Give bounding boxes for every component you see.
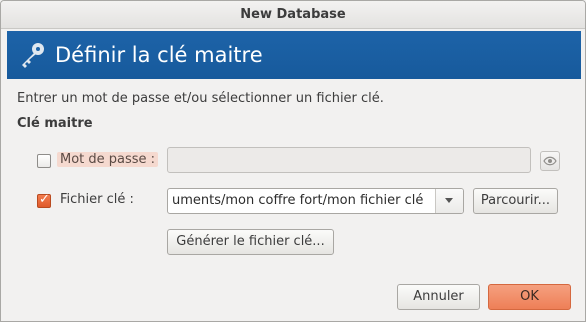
browse-button-label: Parcourir... [480, 193, 551, 208]
browse-button[interactable]: Parcourir... [473, 188, 558, 214]
section-heading: Clé maitre [17, 116, 93, 131]
combo-dropdown-button[interactable] [435, 189, 463, 213]
ok-button[interactable]: OK [488, 284, 571, 310]
chevron-down-icon [445, 198, 453, 203]
key-icon [22, 43, 44, 68]
banner: Définir la clé maitre [7, 31, 581, 79]
cancel-button[interactable]: Annuler [397, 284, 480, 310]
password-field[interactable] [167, 147, 531, 173]
password-checkbox[interactable] [37, 154, 51, 168]
dialog-window: New Database Définir la clé maitre Entre… [0, 0, 586, 322]
keyfile-path-combo[interactable]: uments/mon coffre fort/mon fichier clé [167, 188, 464, 214]
password-toggle-button[interactable] [540, 151, 560, 171]
eye-icon [543, 156, 557, 166]
password-label: Mot de passe : [57, 152, 159, 167]
cancel-button-label: Annuler [413, 289, 464, 304]
intro-text: Entrer un mot de passe et/ou sélectionne… [17, 91, 384, 106]
window-title: New Database [1, 1, 585, 29]
keyfile-path: uments/mon coffre fort/mon fichier clé [172, 193, 424, 208]
checkmark-icon: ✓ [39, 192, 50, 207]
generate-button-label: Générer le fichier clé... [176, 234, 325, 249]
keyfile-label: Fichier clé : [60, 192, 134, 207]
banner-title: Définir la clé maitre [55, 43, 263, 67]
ok-button-label: OK [520, 289, 539, 304]
keyfile-checkbox[interactable]: ✓ [37, 192, 51, 208]
generate-keyfile-button[interactable]: Générer le fichier clé... [167, 229, 334, 255]
